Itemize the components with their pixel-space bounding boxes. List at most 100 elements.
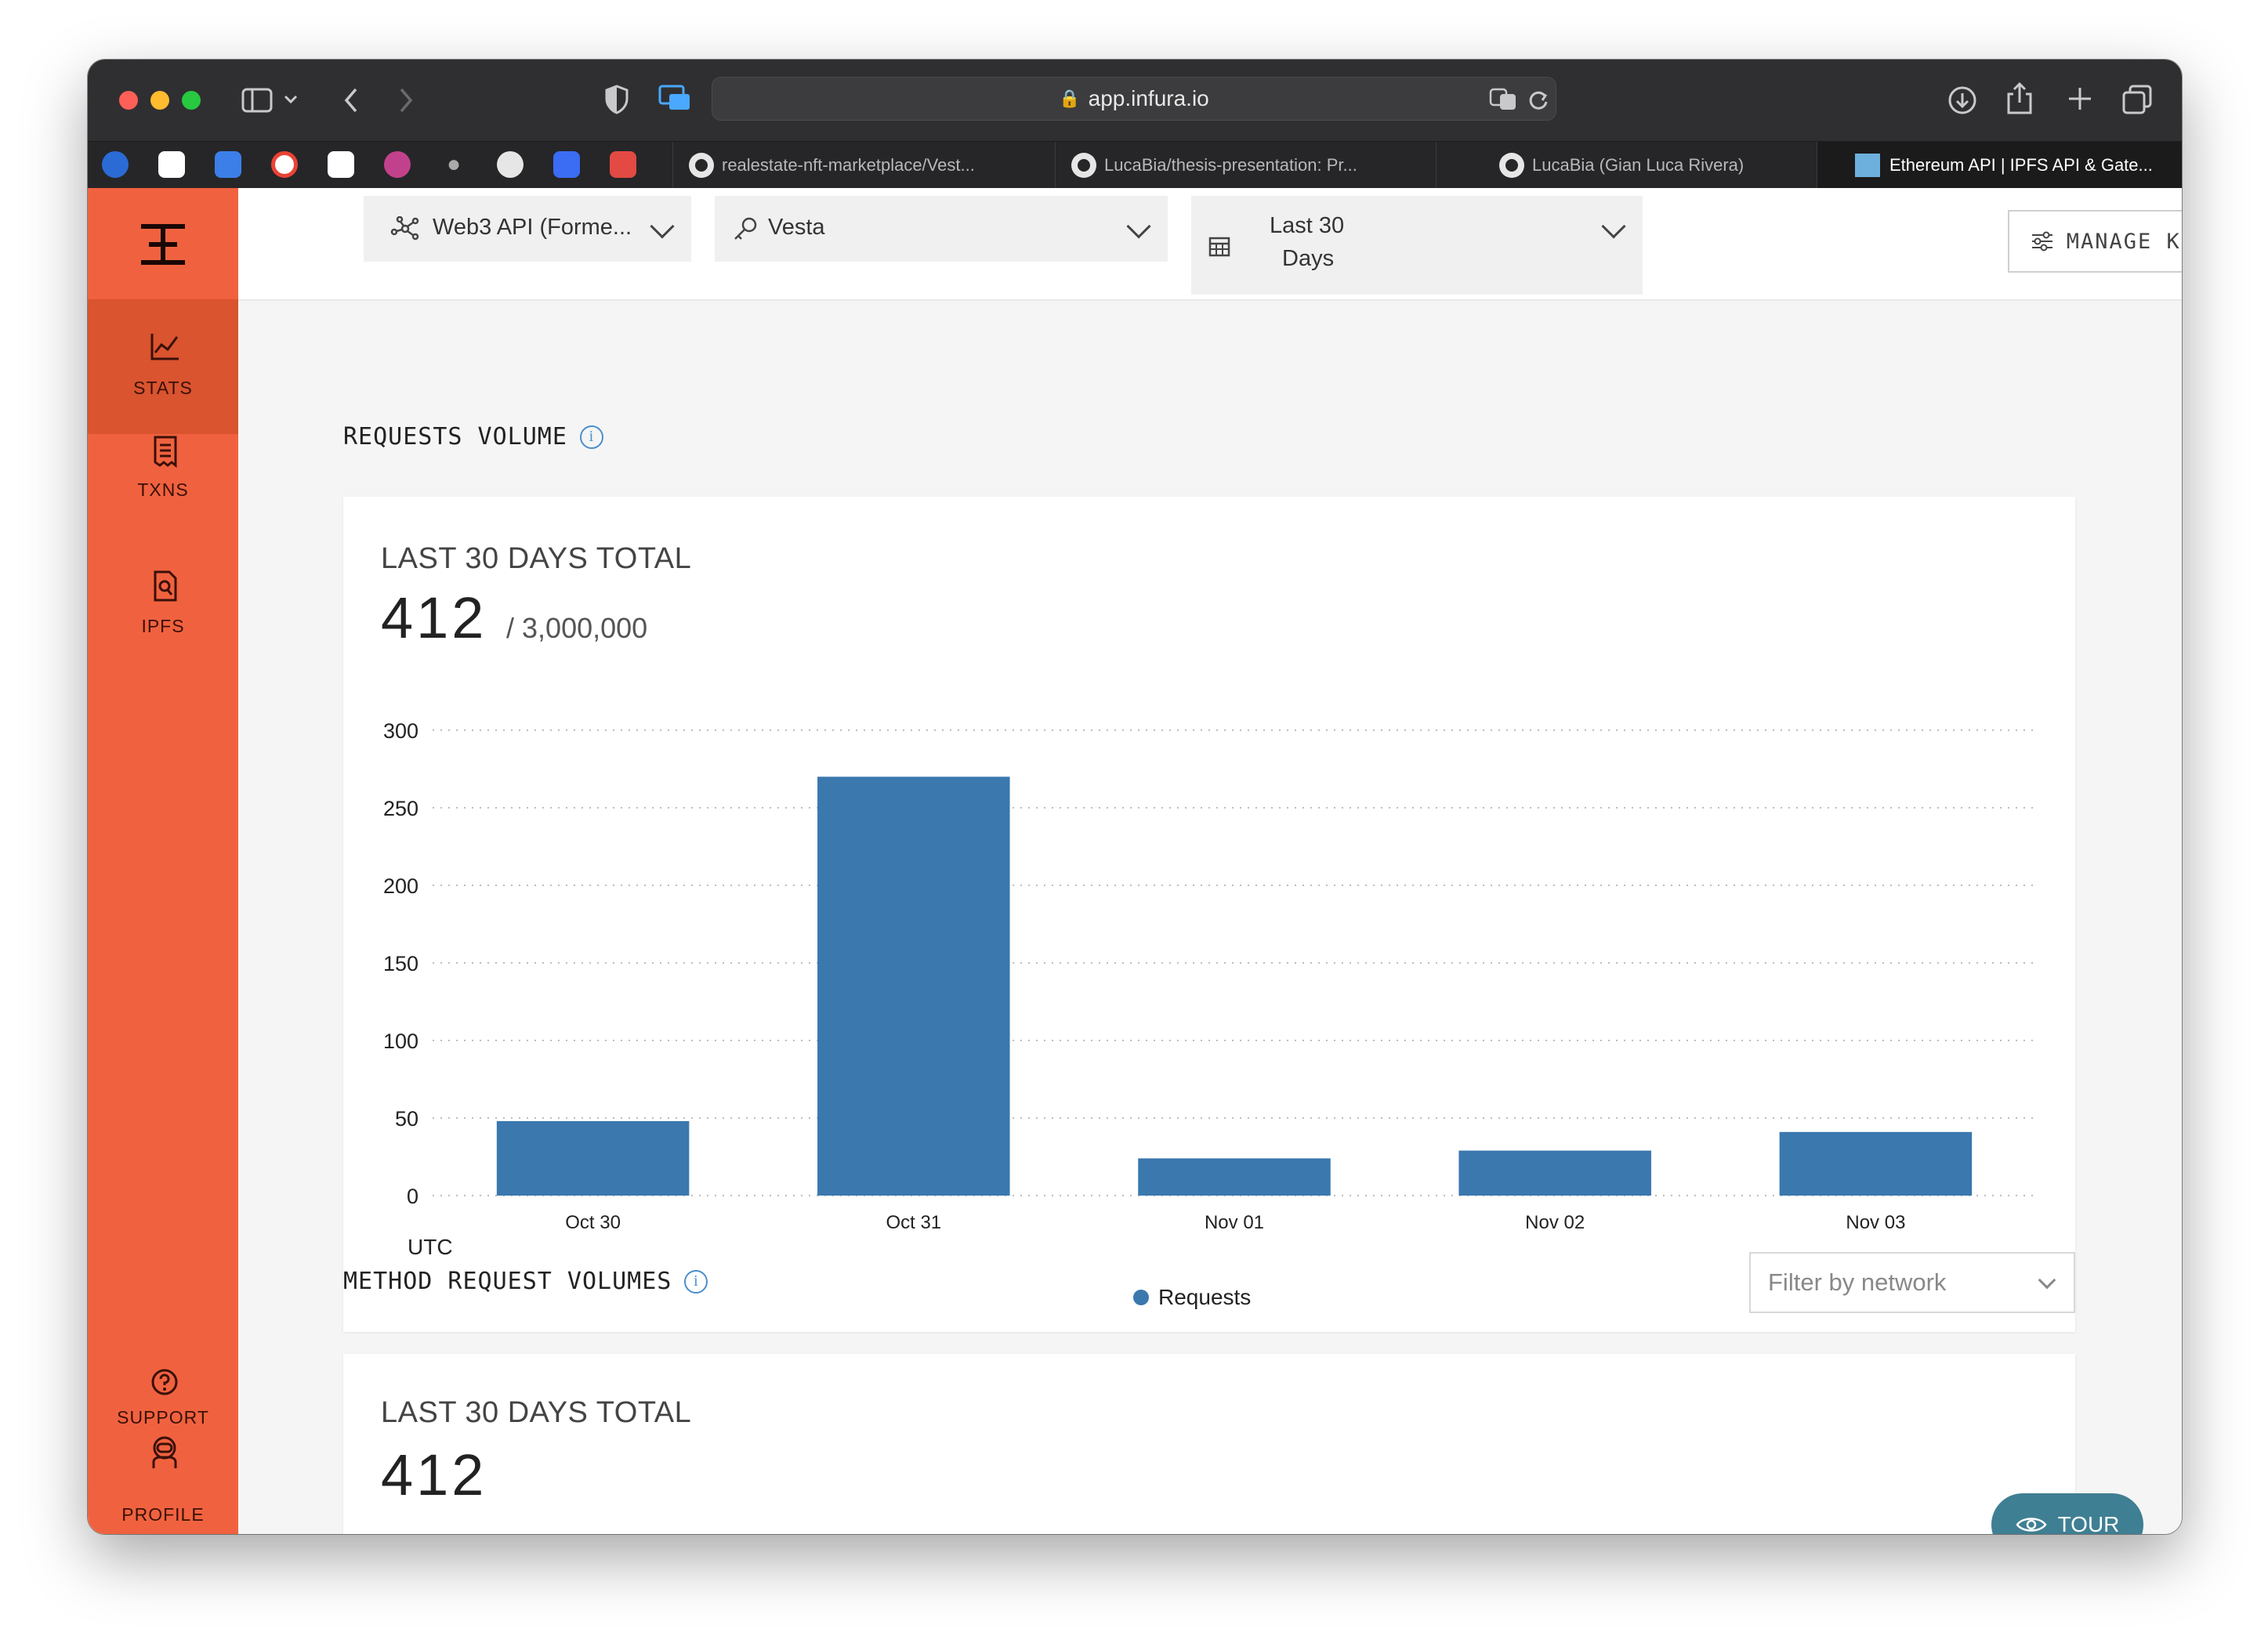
infura-logo-icon[interactable]: [138, 219, 188, 270]
x-tick-label: Oct 30: [565, 1212, 621, 1233]
network-nodes-icon: [390, 216, 419, 241]
bookmark-favicon[interactable]: [553, 151, 580, 178]
manage-key-button[interactable]: MANAGE KEY: [2008, 210, 2182, 273]
shield-icon[interactable]: [605, 85, 629, 114]
card-label: LAST 30 DAYS TOTAL: [381, 1396, 692, 1429]
bookmark-favicon[interactable]: [102, 151, 129, 178]
key-select-value: Vesta: [768, 215, 825, 240]
manage-key-label: MANAGE KEY: [2066, 229, 2182, 254]
chevron-down-icon[interactable]: [284, 94, 298, 105]
bar-nov-01[interactable]: [1138, 1158, 1331, 1196]
eye-icon: [2016, 1518, 2047, 1532]
translate-icon[interactable]: [1489, 88, 1519, 111]
google-icon[interactable]: [271, 151, 298, 178]
bookmark-favicon[interactable]: [610, 151, 636, 178]
tab-title: realestate-nft-marketplace/Vest...: [722, 155, 975, 175]
tab-overview-icon[interactable]: [2122, 85, 2152, 114]
legend-label: Requests: [1158, 1285, 1252, 1309]
url-text: app.infura.io: [1088, 86, 1209, 110]
browser-window: 🔒 app.infura.io ● realestate-nft-marketp…: [88, 60, 2182, 1534]
requests-volume-card: LAST 30 DAYS TOTAL 412 / 3,000,000 0 50 10…: [343, 497, 2075, 1332]
share-icon[interactable]: [2006, 81, 2033, 116]
tab-title: LucaBia (Gian Luca Rivera): [1532, 155, 1744, 175]
info-icon[interactable]: i: [579, 425, 603, 449]
screen-share-icon[interactable]: [658, 85, 691, 113]
method-total-value: 412: [381, 1442, 487, 1507]
y-tick-label: 150: [383, 952, 418, 975]
sidebar-item-txns[interactable]: TXNS: [88, 434, 238, 569]
chevron-down-icon: [2038, 1271, 2056, 1290]
sidebar: STATS TXNS IPFS SUPPORT PROFILE: [88, 188, 238, 1534]
minimize-window-button[interactable]: [150, 91, 169, 110]
chart-line-icon: [150, 334, 179, 360]
new-tab-plus-icon[interactable]: [2067, 86, 2092, 111]
receipt-icon: [154, 436, 177, 469]
method-volumes-heading: METHOD REQUEST VOLUMES i: [343, 1268, 708, 1295]
sidebar-item-stats[interactable]: STATS: [88, 299, 238, 434]
sidebar-item-label: SUPPORT: [117, 1407, 209, 1427]
close-window-button[interactable]: [119, 91, 138, 110]
method-volumes-card: LAST 30 DAYS TOTAL 412: [343, 1354, 2075, 1534]
astronaut-icon[interactable]: [149, 1435, 180, 1470]
y-tick-label: 0: [407, 1185, 418, 1208]
download-icon[interactable]: [1947, 85, 1978, 116]
section-title-text: REQUESTS VOLUME: [343, 423, 567, 450]
sidebar-item-profile[interactable]: PROFILE: [88, 1498, 238, 1534]
tour-button[interactable]: TOUR: [1991, 1493, 2143, 1534]
sidebar-toggle-icon[interactable]: [241, 88, 273, 113]
bookmark-favicon[interactable]: [158, 151, 185, 178]
timezone-label: UTC: [408, 1235, 453, 1259]
browser-tab[interactable]: LucaBia/thesis-presentation: Pr...: [1055, 142, 1436, 189]
bookmark-favicon[interactable]: [215, 151, 241, 178]
x-tick-label: Oct 31: [886, 1212, 941, 1233]
back-arrow-icon[interactable]: [342, 86, 360, 114]
filters-bar: Web3 API (Forme... Vesta Last 30 Days MA…: [238, 188, 2182, 301]
bar-nov-03[interactable]: [1779, 1131, 1973, 1196]
calendar-icon: [1208, 237, 1230, 257]
github-icon[interactable]: [497, 151, 524, 178]
bookmark-favicon[interactable]: [328, 151, 354, 178]
bookmark-favicon[interactable]: [384, 151, 411, 178]
date-range-value-2: Days: [1282, 246, 1335, 271]
sidebar-item-ipfs[interactable]: IPFS: [88, 569, 238, 704]
requests-bar-chart: 0 50 100 150 200 250 300 Oct 30 Oct 31 Nov 01 Nov …: [383, 719, 2036, 1233]
network-filter-placeholder: Filter by network: [1768, 1268, 1947, 1296]
tab-title: LucaBia/thesis-presentation: Pr...: [1104, 155, 1357, 175]
key-select[interactable]: Vesta: [715, 196, 1168, 262]
sliders-icon: [2031, 231, 2052, 251]
browser-tab[interactable]: LucaBia (Gian Luca Rivera): [1436, 142, 1817, 189]
tour-label: TOUR: [2057, 1512, 2120, 1534]
browser-tab-active[interactable]: Ethereum API | IPFS API & Gate...: [1817, 142, 2182, 189]
x-tick-label: Nov 03: [1846, 1212, 1905, 1233]
y-tick-label: 200: [383, 874, 418, 898]
network-filter-select[interactable]: Filter by network: [1749, 1252, 2075, 1313]
sidebar-item-label: TXNS: [137, 479, 189, 500]
y-tick-label: 50: [395, 1107, 418, 1131]
bar-nov-02[interactable]: [1458, 1150, 1651, 1196]
date-range-value: Last 30: [1270, 213, 1345, 238]
tab-title: Ethereum API | IPFS API & Gate...: [1889, 155, 2153, 175]
x-tick-label: Nov 01: [1205, 1212, 1264, 1233]
forward-arrow-icon[interactable]: [397, 86, 415, 114]
apple-icon[interactable]: ●: [440, 151, 467, 178]
project-select[interactable]: Web3 API (Forme...: [364, 196, 691, 262]
browser-tab[interactable]: realestate-nft-marketplace/Vest...: [672, 142, 1055, 189]
chart-legend[interactable]: Requests: [1133, 1285, 1251, 1310]
bar-oct-30[interactable]: [496, 1120, 690, 1196]
chevron-down-icon: [1126, 214, 1151, 239]
date-range-select[interactable]: Last 30 Days: [1191, 196, 1643, 295]
question-circle-icon: [151, 1369, 178, 1395]
chevron-down-icon: [1601, 214, 1626, 239]
maximize-window-button[interactable]: [182, 91, 201, 110]
y-tick-label: 300: [383, 719, 418, 743]
chart-bars: [496, 776, 1973, 1196]
reload-icon[interactable]: [1528, 89, 1549, 111]
sidebar-item-label: PROFILE: [121, 1504, 205, 1525]
sidebar-item-label: STATS: [133, 378, 193, 398]
infura-favicon: [1855, 154, 1880, 177]
github-icon: [1499, 153, 1524, 178]
y-tick-label: 250: [383, 797, 418, 820]
bar-oct-31[interactable]: [817, 776, 1010, 1196]
info-icon[interactable]: i: [684, 1269, 708, 1294]
address-bar[interactable]: 🔒 app.infura.io: [712, 77, 1556, 121]
